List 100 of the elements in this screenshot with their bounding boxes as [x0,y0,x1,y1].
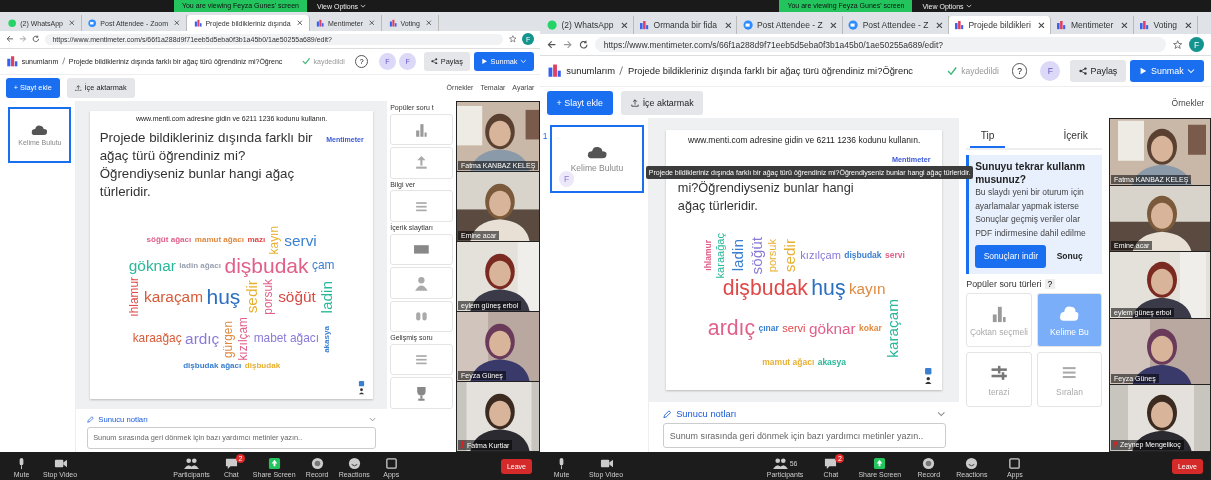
bar-logo-icon [5,54,19,68]
smiley-icon [964,457,980,470]
close-icon[interactable] [296,20,303,26]
person-icon [413,274,431,292]
close-icon[interactable] [621,21,628,29]
share-screen-icon [872,457,888,470]
card-text: Sonuçlar geçmiş veriler olar [975,213,1081,226]
video-camera-icon [52,457,68,470]
breadcrumb-link[interactable]: sunumlarım [566,66,616,77]
help-button[interactable]: ? [1044,279,1055,290]
present-button[interactable]: Sunmak [1130,59,1205,83]
cloud-word: karaağaç [715,232,727,279]
results-link[interactable]: Sonuç [1056,251,1083,262]
reload-icon[interactable] [32,35,40,44]
pencil-icon [662,409,672,419]
share-icon [431,57,438,65]
notes-field[interactable]: Sunum sırasında geri dönmek için bazı yardımcı metinler yazın.. [662,423,946,448]
cloud-word: mamut ağacı [194,236,244,245]
caret-icon [360,4,367,8]
close-icon[interactable] [1038,21,1046,29]
slash-icon [61,57,66,65]
smiley-icon [346,457,362,470]
caret-icon [965,4,972,8]
cloud-word: servi [284,232,317,249]
chevron-icon[interactable] [937,411,946,417]
panel-tab[interactable]: Tip [970,130,1005,149]
close-icon[interactable] [174,20,180,26]
saved-status: kaydedildi [961,66,999,77]
record-icon [921,457,937,470]
cloud-word: mabet ağacı [253,333,320,346]
forward-icon[interactable] [562,39,573,50]
video-camera-icon [598,457,614,470]
chat-app-icon [8,18,17,28]
video-app-icon [88,18,97,28]
slash-icon [619,66,624,76]
card-title: musunuz? [975,173,1028,185]
import-button[interactable]: İçe aktarmak [621,90,704,115]
browser-tab[interactable]: Projede bildikleri [948,15,1052,35]
question-type-card[interactable] [390,233,454,266]
cloud-word: servi [884,251,905,260]
cloud-word: göknar [808,320,856,337]
cloud-word: çam [312,259,335,272]
cloud-icon [31,124,49,136]
panel-tab[interactable]: İçerik [1053,130,1098,149]
share-icon [1079,67,1087,76]
question-type-card[interactable] [390,377,454,409]
record-icon [309,457,325,470]
close-icon[interactable] [1184,21,1192,29]
check-icon [301,56,311,66]
profile-avatar[interactable]: F [1188,36,1205,53]
cloud-word: dişbudak [844,251,882,260]
cloud-word: akasya [322,325,331,353]
bar-logo-icon [193,18,202,28]
cloud-word: karaçam [143,289,203,305]
bar-logo-icon [954,19,965,31]
notes-heading[interactable]: Sunucu notları [676,409,737,420]
slide-type-label: Kelime Bulutu [570,163,624,173]
add-slide-button[interactable]: + Slayt ekle [546,90,613,115]
bar-logo-icon [1139,19,1150,31]
close-icon[interactable] [724,21,732,29]
cloud-word: ıhlamur [128,277,141,317]
close-icon[interactable] [369,20,375,26]
section-heading: Popüler soru türleri [966,279,1042,290]
upload-icon [631,98,640,107]
star-icon[interactable] [508,35,517,44]
muted-mic-icon [1113,441,1118,449]
card-title: Sunuyu tekrar kullanm [975,161,1086,173]
chat-icon [223,457,239,470]
cloud-word: dişbudak [722,278,808,300]
close-icon[interactable] [936,21,943,29]
cloud-word: göknar [128,258,176,274]
toolbar-link[interactable]: Örnekler [1171,97,1205,108]
reload-icon[interactable] [579,39,589,50]
close-icon[interactable] [69,20,75,26]
close-icon[interactable] [830,21,838,29]
slide-question: mi?Öğrendiyseniz bunlar hangi ağaç türleridir. [677,179,855,214]
address-field[interactable]: https://www.mentimeter.com/s/66f1a288d9f71eeb5d5eba0f3b1a45b0/1ae50255a689/edit? [595,37,1166,53]
cloud-word: ladin [319,280,335,314]
cloud-word: ıhlamur [703,239,712,271]
cloud-word: sedir [243,280,260,314]
download-results-button[interactable]: Sonuçları indir [975,244,1047,269]
people-icon [772,457,788,470]
apps-icon [383,457,399,470]
cloud-word: söğüt [278,289,316,305]
cloud-word: ardıç [707,318,756,340]
star-icon[interactable] [1172,39,1183,50]
presentation-title[interactable]: Projede bildikleriniz dışında farklı bir ağaç türü öğrendiniz mi?Öğrenc [627,66,914,77]
back-icon[interactable] [5,35,14,44]
back-icon[interactable] [546,39,557,50]
cloud-word: kokar [859,324,882,333]
user-avatar[interactable]: F [1040,60,1061,82]
audience-icon [923,368,933,386]
close-icon[interactable] [1121,21,1128,29]
share-button[interactable]: Paylaş [1070,59,1127,83]
cloud-word: söğüt ağacı [146,236,192,245]
cloud-word: ladin ağacı [179,261,221,270]
bar-logo-icon [388,18,397,28]
close-icon[interactable] [426,20,432,26]
user-avatar: F [559,171,575,187]
check-icon [946,66,957,77]
